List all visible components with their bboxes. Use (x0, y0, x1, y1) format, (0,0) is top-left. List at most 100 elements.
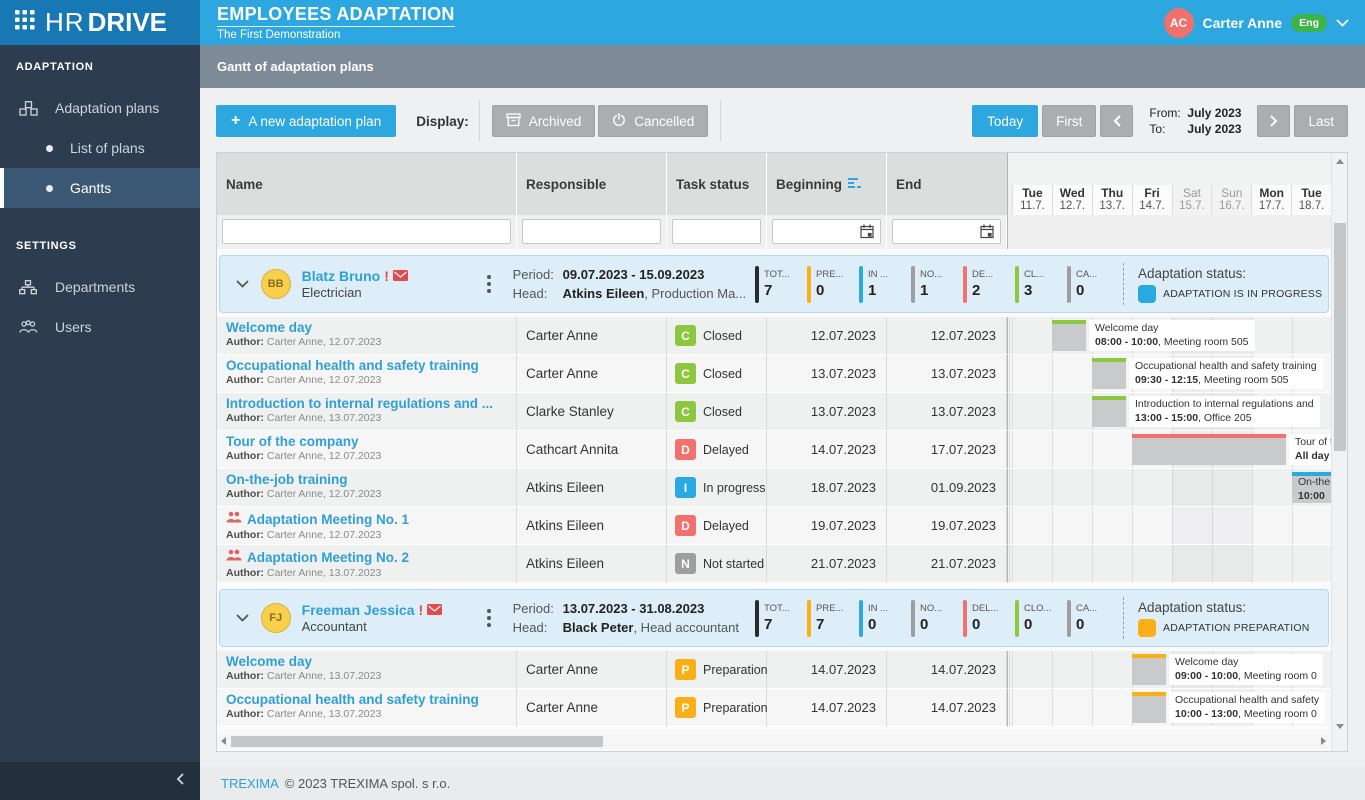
scroll-up-icon (1336, 159, 1344, 164)
responsible-cell: Clarke Stanley (517, 393, 667, 431)
responsible-filter-input[interactable] (522, 219, 661, 244)
end-cell: 01.09.2023 (887, 469, 1007, 507)
status-badge: I (675, 477, 696, 498)
alert-icon: ! (384, 268, 389, 284)
column-header-name[interactable]: Name (217, 153, 517, 215)
user-menu[interactable]: AC Carter Anne Eng (1164, 0, 1365, 45)
avatar[interactable]: AC (1164, 8, 1194, 38)
column-header-responsible[interactable]: Responsible (517, 153, 667, 215)
gantt-bar-label: Introduction to internal regulations and… (1129, 396, 1320, 427)
next-button[interactable] (1257, 105, 1290, 137)
archived-toggle-button[interactable]: Archived (492, 105, 596, 137)
calendar-icon[interactable] (860, 224, 874, 244)
gantt-row: Welcome day 09:00 - 10:00, Meeting room … (1007, 651, 1331, 689)
employee-name-link[interactable]: Blatz Bruno (302, 268, 381, 284)
task-name-link[interactable]: Adaptation Meeting No. 1 (247, 512, 409, 527)
sidebar-item-list-of-plans[interactable]: List of plans (0, 128, 200, 168)
gantt-bar[interactable] (1132, 434, 1286, 465)
envelope-icon[interactable] (427, 602, 442, 618)
column-header-end[interactable]: End (887, 153, 1007, 215)
sidebar-item-gantts[interactable]: Gantts (0, 168, 200, 208)
footer: TREXIMA © 2023 TREXIMA spol. s r.o. (200, 767, 1365, 800)
counter-total: TOT...7 (755, 600, 801, 637)
day-column: Tue11.7. (1012, 185, 1052, 215)
gantt-row (1007, 545, 1331, 583)
envelope-icon[interactable] (393, 268, 408, 284)
task-name-link[interactable]: Tour of the company (226, 434, 359, 449)
toolbar: + A new adaptation plan Display: Archive… (216, 105, 1348, 137)
gantt-bar[interactable] (1052, 320, 1086, 351)
sidebar-collapse-bar[interactable] (0, 762, 200, 800)
employee-avatar[interactable]: FJ (261, 603, 291, 633)
table-row: Tour of the company Author:Carter Anne, … (217, 431, 1347, 469)
horizontal-scrollbar[interactable] (217, 734, 1330, 749)
task-name-link[interactable]: Welcome day (226, 320, 312, 335)
page-subtitle: The First Demonstration (217, 29, 1164, 41)
last-button[interactable]: Last (1294, 105, 1348, 137)
chevron-down-icon[interactable] (1336, 14, 1349, 32)
task-name-link[interactable]: Introduction to internal regulations and… (226, 396, 493, 411)
vertical-scroll-thumb[interactable] (1334, 223, 1346, 451)
task-status-cell: IIn progress (667, 469, 767, 507)
sort-ascending-icon (848, 177, 862, 192)
collapse-group-icon[interactable] (232, 614, 253, 622)
name-filter-input[interactable] (222, 219, 511, 244)
task-status-filter-input[interactable] (672, 219, 761, 244)
today-button[interactable]: Today (972, 105, 1038, 137)
status-counters: TOT...7 PRE...0 IN ...1 NO...1 DE...2 CL… (755, 266, 1119, 303)
task-name-link[interactable]: Occupational health and safety training (226, 692, 479, 707)
table-row: Adaptation Meeting No. 1 Author:Carter A… (217, 507, 1347, 545)
calendar-icon[interactable] (980, 224, 994, 244)
gantt-bar[interactable] (1132, 692, 1166, 723)
horizontal-scroll-thumb[interactable] (231, 736, 603, 747)
sidebar-item-departments[interactable]: Departments (0, 267, 200, 307)
column-header-beginning[interactable]: Beginning (767, 153, 887, 215)
collapse-chevron-icon[interactable] (176, 772, 184, 790)
task-name-link[interactable]: Adaptation Meeting No. 2 (247, 550, 409, 565)
kebab-menu-icon[interactable] (480, 275, 499, 293)
responsible-cell: Carter Anne (517, 317, 667, 355)
vertical-scrollbar[interactable] (1331, 153, 1347, 751)
adaptation-status: Adaptation status: ADAPTATION IS IN PROG… (1138, 266, 1328, 303)
counter-preparation: PRE...7 (807, 600, 853, 637)
power-icon (612, 113, 626, 130)
task-name-link[interactable]: On-the-job training (226, 472, 347, 487)
table-row: Welcome day Author:Carter Anne, 13.07.20… (217, 651, 1347, 689)
responsible-cell: Atkins Eileen (517, 507, 667, 545)
prev-button[interactable] (1100, 105, 1133, 137)
employee-name-link[interactable]: Freeman Jessica (302, 602, 415, 618)
scroll-right-icon (1321, 737, 1326, 745)
adaptation-group-row[interactable]: FJ Freeman Jessica ! Accountant (219, 589, 1329, 647)
adaptation-group-row[interactable]: BB Blatz Bruno ! Electrician (219, 255, 1329, 313)
gantt-row: Occupational health and safety 10:00 - 1… (1007, 689, 1331, 727)
cancelled-toggle-button[interactable]: Cancelled (598, 105, 708, 137)
gantt-row: Introduction to internal regulations and… (1007, 393, 1331, 431)
sidebar-item-adaptation-plans[interactable]: Adaptation plans (0, 88, 200, 128)
task-name-link[interactable]: Occupational health and safety training (226, 358, 479, 373)
first-button[interactable]: First (1042, 105, 1096, 137)
beginning-cell: 18.07.2023 (767, 469, 887, 507)
sidebar-item-users[interactable]: Users (0, 307, 200, 347)
gantt-bar[interactable] (1132, 654, 1166, 685)
end-cell: 14.07.2023 (887, 651, 1007, 689)
task-name-link[interactable]: Welcome day (226, 654, 312, 669)
plus-icon: + (231, 112, 240, 130)
task-author: Author:Carter Anne, 13.07.2023 (226, 567, 508, 579)
gantt-bar[interactable] (1092, 358, 1126, 389)
language-badge[interactable]: Eng (1291, 14, 1327, 32)
trexima-link[interactable]: TREXIMA (221, 776, 279, 791)
counter-delayed: DEL...0 (963, 600, 1009, 637)
column-header-task-status[interactable]: Task status (667, 153, 767, 215)
new-adaptation-plan-button[interactable]: + A new adaptation plan (216, 105, 396, 137)
end-cell: 13.07.2023 (887, 355, 1007, 393)
kebab-menu-icon[interactable] (480, 609, 499, 627)
employee-avatar[interactable]: BB (261, 269, 291, 299)
day-column-weekend: Sat15.7. (1172, 185, 1212, 215)
collapse-group-icon[interactable] (232, 280, 253, 288)
app-grid-icon[interactable] (15, 10, 35, 35)
gantt-bar[interactable] (1092, 396, 1126, 427)
task-status-cell: CClosed (667, 393, 767, 431)
status-badge: N (675, 553, 696, 574)
app-logo[interactable]: HR DRIVE (0, 0, 200, 45)
scroll-down-icon (1336, 724, 1344, 729)
